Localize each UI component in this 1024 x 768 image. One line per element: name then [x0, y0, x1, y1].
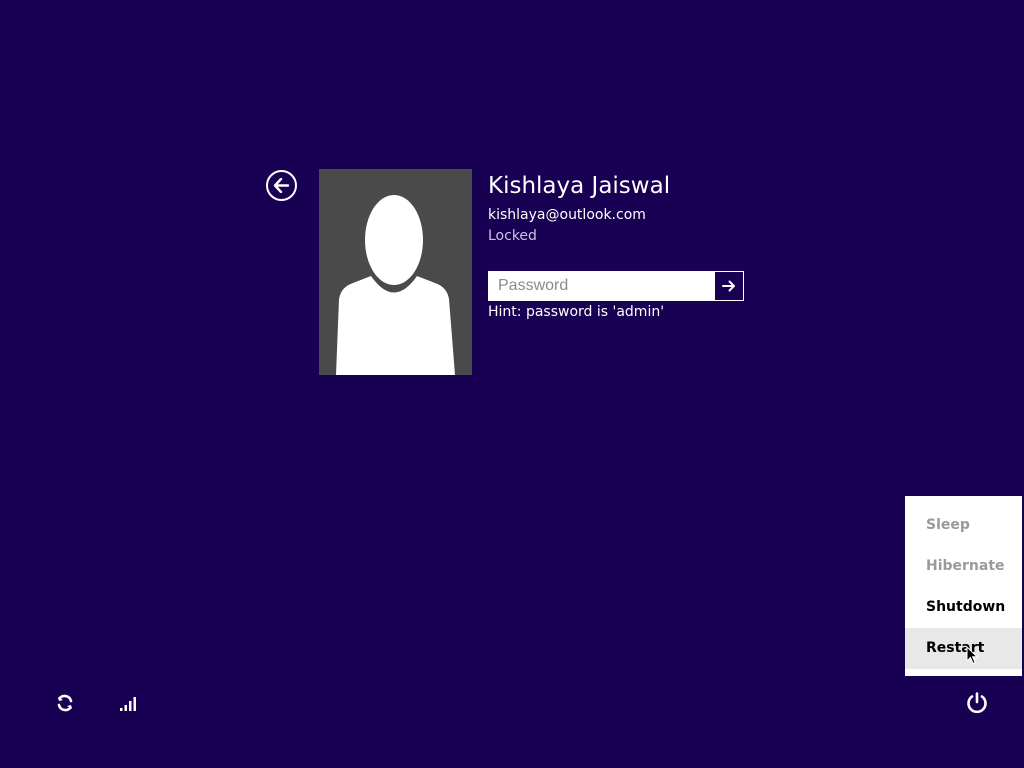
submit-button[interactable] — [715, 272, 743, 300]
lock-screen: Kishlaya Jaiswal kishlaya@outlook.com Lo… — [0, 0, 1024, 768]
power-button[interactable] — [963, 689, 991, 717]
user-silhouette-icon — [336, 195, 455, 375]
power-icon — [967, 692, 987, 714]
user-email: kishlaya@outlook.com — [488, 207, 646, 223]
power-menu: Sleep Hibernate Shutdown Restart — [905, 496, 1022, 676]
back-button[interactable] — [266, 170, 297, 201]
back-arrow-icon — [273, 178, 290, 193]
network-signal-icon — [120, 697, 136, 711]
ease-of-access-button[interactable] — [52, 690, 78, 716]
power-item-sleep: Sleep — [926, 517, 970, 533]
power-item-shutdown[interactable]: Shutdown — [905, 587, 1022, 628]
password-input[interactable] — [489, 272, 715, 300]
password-hint: Hint: password is 'admin' — [488, 304, 665, 320]
password-box — [488, 271, 744, 301]
user-avatar — [319, 169, 472, 375]
user-name: Kishlaya Jaiswal — [488, 173, 671, 199]
arrow-right-icon — [722, 280, 735, 292]
ease-of-access-icon — [57, 694, 73, 712]
power-item-restart[interactable]: Restart — [905, 628, 1022, 669]
network-button[interactable] — [116, 690, 140, 714]
power-item-hibernate: Hibernate — [926, 558, 1005, 574]
user-status: Locked — [488, 228, 537, 244]
